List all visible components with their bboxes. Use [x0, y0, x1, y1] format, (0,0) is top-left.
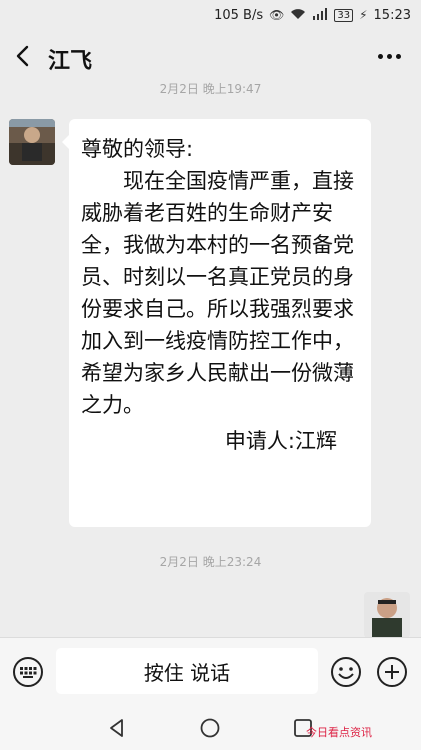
chat-header: 江飞 [0, 30, 421, 84]
back-arrow-icon[interactable] [12, 44, 36, 68]
own-avatar[interactable] [364, 592, 410, 638]
signal-icon [312, 7, 328, 23]
status-bar: 105 B/s 👁 33 ⚡ 15:23 [0, 0, 421, 30]
eye-icon: 👁 [269, 8, 285, 22]
network-speed: 105 B/s [214, 7, 264, 23]
clock: 15:23 [373, 7, 411, 23]
charging-icon: ⚡ [359, 8, 368, 22]
battery-icon: 33 [334, 8, 354, 22]
more-options-icon[interactable] [378, 54, 401, 59]
wifi-icon [290, 8, 306, 23]
nav-back-icon[interactable] [106, 717, 128, 739]
watermark-text: 今日看点资讯 [306, 726, 372, 739]
input-bar: 按住 说话 [0, 637, 421, 705]
keyboard-icon[interactable] [12, 656, 44, 688]
message-greeting: 尊敬的领导: [81, 137, 194, 161]
message-timestamp: 2月2日 晚上23:24 [159, 555, 262, 569]
plus-icon[interactable] [376, 656, 408, 688]
message-bubble[interactable]: 尊敬的领导: 现在全国疫情严重，直接威胁着老百姓的生命财产安全，我做为本村的一名… [62, 119, 371, 527]
sender-avatar[interactable] [9, 119, 55, 165]
message-timestamp: 2月2日 晚上19:47 [159, 82, 262, 96]
emoji-icon[interactable] [330, 656, 362, 688]
hold-to-talk-button[interactable]: 按住 说话 [56, 648, 318, 694]
chat-title: 江飞 [48, 49, 93, 74]
message-signature: 申请人:江辉 [224, 429, 337, 453]
nav-home-icon[interactable] [199, 717, 221, 739]
message-body: 现在全国疫情严重，直接威胁着老百姓的生命财产安全，我做为本村的一名预备党员、时刻… [81, 169, 354, 417]
